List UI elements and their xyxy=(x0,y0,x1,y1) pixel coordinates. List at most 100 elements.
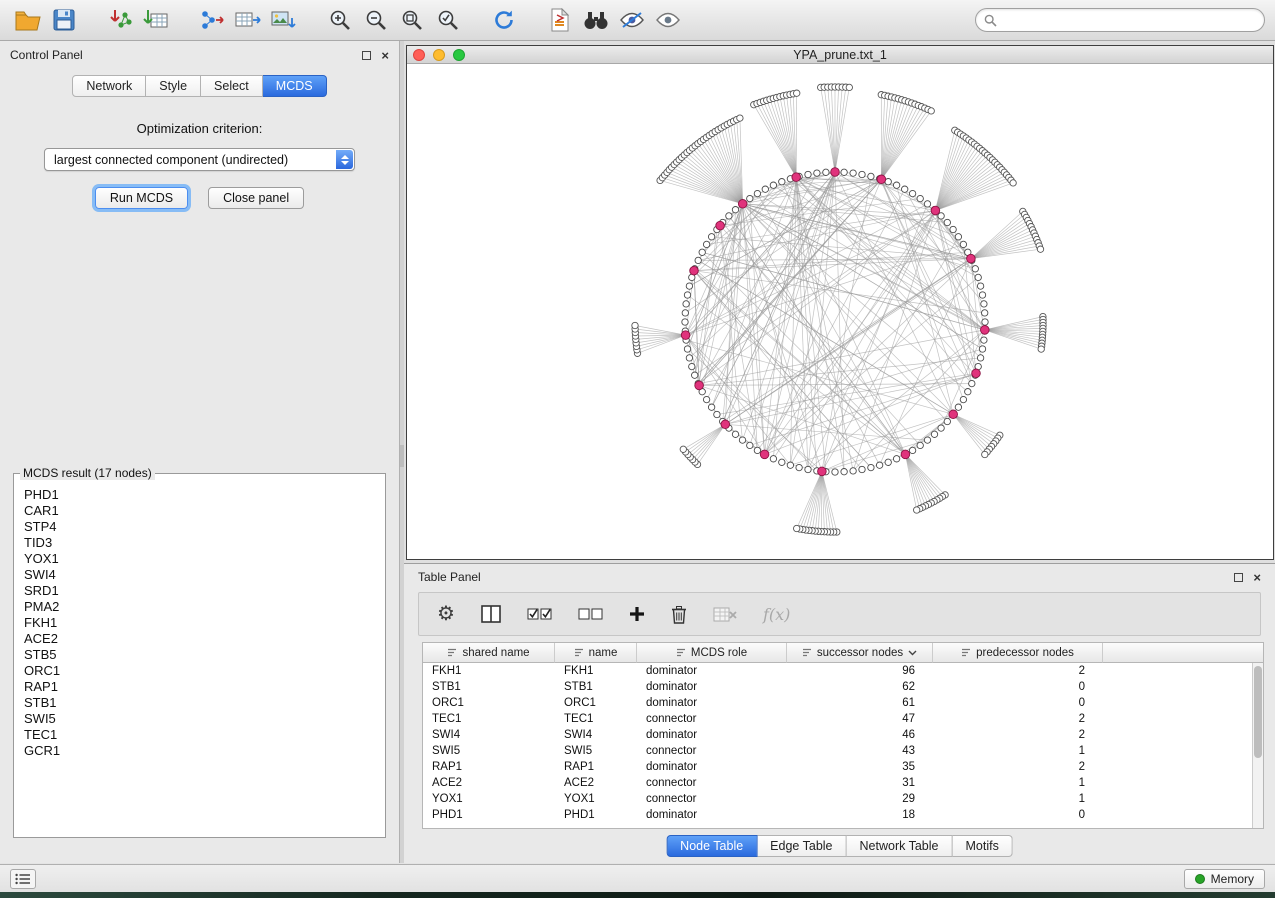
close-panel-button[interactable]: Close panel xyxy=(208,187,304,209)
delete-row-button[interactable] xyxy=(671,605,687,624)
mcds-result-item[interactable]: SWI4 xyxy=(24,567,383,583)
select-all-rows-button[interactable] xyxy=(527,607,552,621)
table-header-row: shared namenameMCDS rolesuccessor nodesp… xyxy=(423,643,1263,663)
mcds-result-item[interactable]: CAR1 xyxy=(24,503,383,519)
tab-style[interactable]: Style xyxy=(146,75,201,97)
mcds-result-item[interactable]: YOX1 xyxy=(24,551,383,567)
hide-details-icon xyxy=(619,11,645,29)
column-header-successor-nodes[interactable]: successor nodes xyxy=(787,643,933,663)
column-header-name[interactable]: name xyxy=(555,643,637,663)
open-in-cybrowser-button[interactable] xyxy=(542,4,578,36)
mcds-result-list[interactable]: PHD1CAR1STP4TID3YOX1SWI4SRD1PMA2FKH1ACE2… xyxy=(16,482,383,835)
table-row[interactable]: ORC1ORC1dominator610 xyxy=(423,695,1263,711)
export-table-button[interactable] xyxy=(230,4,266,36)
tab-node-table[interactable]: Node Table xyxy=(666,835,757,857)
export-table-icon xyxy=(235,9,261,31)
task-history-button[interactable] xyxy=(10,869,36,889)
sort-bars-icon xyxy=(961,648,971,657)
delete-table-button[interactable] xyxy=(713,606,737,623)
tab-motifs[interactable]: Motifs xyxy=(952,835,1012,857)
show-hide-graphics-button[interactable] xyxy=(650,4,686,36)
table-toolbar: ⚙ xyxy=(418,592,1261,636)
memory-button[interactable]: Memory xyxy=(1184,869,1265,889)
cell-name: STB1 xyxy=(555,681,637,693)
table-row[interactable]: PHD1PHD1dominator180 xyxy=(423,807,1263,823)
mcds-result-item[interactable]: ACE2 xyxy=(24,631,383,647)
table-row[interactable]: TEC1TEC1connector472 xyxy=(423,711,1263,727)
table-row[interactable]: RAP1RAP1dominator352 xyxy=(423,759,1263,775)
table-row[interactable]: YOX1YOX1connector291 xyxy=(423,791,1263,807)
mcds-result-item[interactable]: SWI5 xyxy=(24,711,383,727)
mcds-result-item[interactable]: PMA2 xyxy=(24,599,383,615)
mcds-result-item[interactable]: FKH1 xyxy=(24,615,383,631)
float-table-panel-icon[interactable] xyxy=(1234,573,1243,582)
import-table-button[interactable] xyxy=(138,4,174,36)
cell-successor-nodes: 62 xyxy=(787,681,933,693)
select-stepper-icon[interactable] xyxy=(336,150,353,169)
mcds-result-item[interactable]: RAP1 xyxy=(24,679,383,695)
fx-icon: f(x) xyxy=(763,605,790,624)
mcds-result-item[interactable]: SRD1 xyxy=(24,583,383,599)
add-row-button[interactable] xyxy=(629,606,645,622)
network-window-titlebar[interactable]: YPA_prune.txt_1 xyxy=(407,46,1273,64)
close-table-panel-icon[interactable]: × xyxy=(1253,573,1261,582)
export-image-button[interactable] xyxy=(266,4,302,36)
search-input[interactable] xyxy=(1002,13,1256,27)
open-session-button[interactable] xyxy=(10,4,46,36)
tab-network[interactable]: Network xyxy=(72,75,146,97)
cell-shared-name: RAP1 xyxy=(423,761,555,773)
zoom-in-button[interactable] xyxy=(322,4,358,36)
scrollbar-thumb[interactable] xyxy=(1254,666,1262,758)
close-panel-icon[interactable]: × xyxy=(381,51,389,60)
network-canvas[interactable] xyxy=(407,64,1273,559)
tab-select[interactable]: Select xyxy=(201,75,263,97)
mcds-result-item[interactable]: ORC1 xyxy=(24,663,383,679)
export-network-button[interactable] xyxy=(194,4,230,36)
cell-successor-nodes: 47 xyxy=(787,713,933,725)
zoom-selected-button[interactable] xyxy=(430,4,466,36)
table-row[interactable]: SWI4SWI4dominator462 xyxy=(423,727,1263,743)
column-header-MCDS-role[interactable]: MCDS role xyxy=(637,643,787,663)
document-share-icon xyxy=(549,8,571,32)
tab-network-table[interactable]: Network Table xyxy=(847,835,953,857)
mcds-result-item[interactable]: STP4 xyxy=(24,519,383,535)
select-filter-button[interactable] xyxy=(614,4,650,36)
cell-predecessor-nodes: 1 xyxy=(933,793,1103,805)
table-settings-button[interactable]: ⚙ xyxy=(437,604,455,624)
function-builder-button[interactable]: f(x) xyxy=(763,605,790,624)
column-visibility-button[interactable] xyxy=(481,605,501,623)
find-button[interactable] xyxy=(578,4,614,36)
deselect-all-rows-button[interactable] xyxy=(578,607,603,621)
apply-layout-button[interactable] xyxy=(486,4,522,36)
cell-shared-name: YOX1 xyxy=(423,793,555,805)
tab-edge-table[interactable]: Edge Table xyxy=(757,835,846,857)
cell-MCDS-role: connector xyxy=(637,745,787,757)
criterion-select[interactable]: largest connected component (undirected) xyxy=(44,148,355,171)
table-row[interactable]: SWI5SWI5connector431 xyxy=(423,743,1263,759)
mcds-result-item[interactable]: GCR1 xyxy=(24,743,383,759)
plus-icon xyxy=(629,606,645,622)
zoom-out-icon xyxy=(364,8,388,32)
mcds-result-item[interactable]: TEC1 xyxy=(24,727,383,743)
cell-shared-name: ORC1 xyxy=(423,697,555,709)
zoom-out-button[interactable] xyxy=(358,4,394,36)
run-mcds-button[interactable]: Run MCDS xyxy=(95,187,188,209)
mcds-result-item[interactable]: STB5 xyxy=(24,647,383,663)
table-row[interactable]: ACE2ACE2connector311 xyxy=(423,775,1263,791)
mcds-result-item[interactable]: STB1 xyxy=(24,695,383,711)
table-row[interactable]: STB1STB1dominator620 xyxy=(423,679,1263,695)
column-header-predecessor-nodes[interactable]: predecessor nodes xyxy=(933,643,1103,663)
table-scrollbar[interactable] xyxy=(1252,663,1263,828)
column-header-shared-name[interactable]: shared name xyxy=(423,643,555,663)
save-session-button[interactable] xyxy=(46,4,82,36)
table-row[interactable]: FKH1FKH1dominator962 xyxy=(423,663,1263,679)
tab-mcds[interactable]: MCDS xyxy=(263,75,327,97)
import-network-button[interactable] xyxy=(102,4,138,36)
zoom-fit-button[interactable] xyxy=(394,4,430,36)
mcds-result-item[interactable]: TID3 xyxy=(24,535,383,551)
sort-bars-icon xyxy=(802,648,812,657)
float-panel-icon[interactable] xyxy=(362,51,371,60)
table-body: FKH1FKH1dominator962STB1STB1dominator620… xyxy=(423,663,1263,823)
mcds-result-item[interactable]: PHD1 xyxy=(24,487,383,503)
application-window: Control Panel × NetworkStyleSelectMCDS O… xyxy=(0,0,1275,898)
